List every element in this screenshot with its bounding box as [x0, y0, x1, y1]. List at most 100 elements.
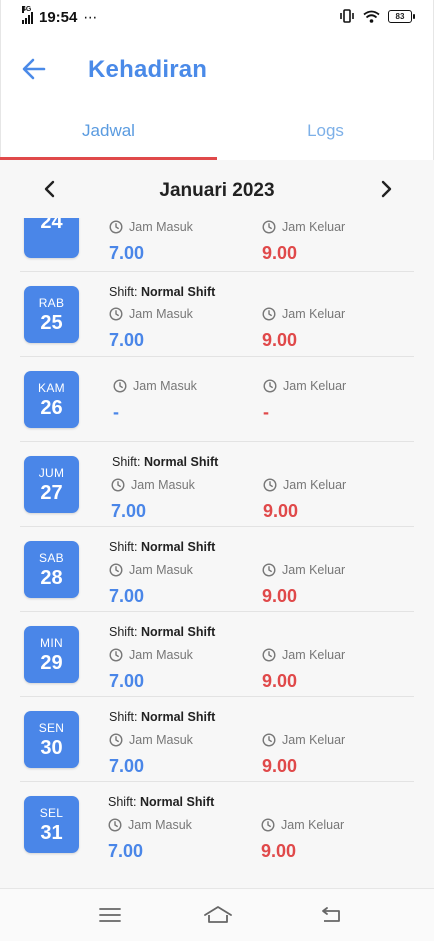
clock-icon — [109, 220, 123, 234]
shift-name: Normal Shift — [140, 540, 216, 554]
check-out-time: 9.00 — [262, 671, 298, 691]
clock-icon — [262, 220, 276, 234]
status-bar: 4G 19:54 ⋯ 83 — [0, 0, 434, 34]
day-number: 26 — [40, 397, 63, 419]
schedule-row[interactable]: SAB 28 Shift: Normal Shift Jam Masuk 7.0… — [20, 527, 414, 612]
shift-info: Shift: Normal Shift — [109, 625, 215, 639]
check-in-time: 7.00 — [109, 756, 145, 776]
signal-icon: 4G — [22, 5, 33, 24]
check-in-label-row: Jam Masuk — [109, 220, 193, 234]
check-out-label-row: Jam Keluar — [262, 648, 345, 662]
check-out-label: Jam Keluar — [283, 379, 347, 393]
month-title: Januari 2023 — [159, 180, 275, 201]
check-in-label-row: Jam Masuk — [109, 563, 193, 577]
date-badge: KAM 26 — [24, 371, 79, 428]
check-in-label: Jam Masuk — [129, 220, 193, 234]
clock-icon — [109, 307, 123, 321]
check-in-time: 7.00 — [108, 841, 144, 861]
clock-icon — [109, 648, 123, 662]
check-out-column: Jam Keluar 9.00 — [262, 563, 345, 607]
date-badge: MIN 29 — [24, 626, 79, 683]
shift-prefix: Shift: — [108, 795, 140, 809]
check-out-column: Jam Keluar 9.00 — [262, 648, 345, 692]
day-of-week: SAB — [39, 551, 64, 565]
check-in-column: Jam Masuk 7.00 — [109, 733, 193, 777]
date-badge: SEL 31 — [24, 796, 79, 853]
day-number: 31 — [40, 822, 63, 844]
day-number: 27 — [40, 482, 63, 504]
check-out-time: 9.00 — [262, 330, 298, 350]
clock-icon — [262, 733, 276, 747]
day-of-week: KAM — [38, 381, 65, 395]
tab-bar: Jadwal Logs — [0, 104, 434, 161]
shift-prefix: Shift: — [109, 540, 141, 554]
check-out-time: 9.00 — [262, 756, 298, 776]
check-out-time: - — [263, 402, 269, 422]
check-in-time: 7.00 — [109, 671, 145, 691]
shift-info: Shift: Normal Shift — [109, 540, 215, 554]
check-out-time: 9.00 — [262, 243, 298, 263]
check-out-column: Jam Keluar 9.00 — [262, 307, 345, 351]
menu-button[interactable] — [97, 903, 123, 927]
shift-info: Shift: Normal Shift — [108, 795, 214, 809]
check-in-label-row: Jam Masuk — [109, 648, 193, 662]
date-badge: RAB 25 — [24, 286, 79, 343]
check-in-column: Jam Masuk 7.00 — [111, 478, 195, 522]
menu-icon — [99, 908, 121, 922]
clock-icon — [111, 478, 125, 492]
check-in-time: 7.00 — [109, 586, 145, 606]
clock-icon — [262, 648, 276, 662]
system-nav-bar — [0, 888, 434, 941]
check-out-label-row: Jam Keluar — [262, 563, 345, 577]
schedule-row[interactable]: RAB 25 Shift: Normal Shift Jam Masuk 7.0… — [20, 272, 414, 357]
schedule-row[interactable]: SEN 30 Shift: Normal Shift Jam Masuk 7.0… — [20, 697, 414, 782]
check-out-time: 9.00 — [261, 841, 297, 861]
check-in-column: Jam Masuk 7.00 — [108, 818, 192, 862]
check-out-column: Jam Keluar - — [263, 379, 346, 423]
home-button[interactable] — [203, 903, 233, 927]
schedule-row[interactable]: JUM 27 Shift: Normal Shift Jam Masuk 7.0… — [20, 442, 414, 527]
tab-logs[interactable]: Logs — [217, 104, 434, 157]
schedule-content[interactable]: Januari 2023 24 Jam Masuk 7.00 Jam Kelua… — [0, 160, 434, 888]
next-month-button[interactable] — [374, 177, 398, 201]
check-in-column: Jam Masuk 7.00 — [109, 648, 193, 692]
tab-jadwal[interactable]: Jadwal — [0, 104, 217, 157]
status-right: 83 — [339, 9, 415, 23]
battery-icon: 83 — [388, 9, 415, 23]
clock-time: 19:54 — [39, 9, 78, 26]
schedule-row[interactable]: SEL 31 Shift: Normal Shift Jam Masuk 7.0… — [20, 782, 414, 867]
day-of-week: RAB — [38, 296, 65, 310]
check-in-label: Jam Masuk — [131, 478, 195, 492]
shift-prefix: Shift: — [109, 285, 141, 299]
check-out-column: Jam Keluar 9.00 — [262, 733, 345, 777]
check-out-label: Jam Keluar — [283, 478, 347, 492]
shift-name: Normal Shift — [143, 455, 219, 469]
clock-icon — [261, 818, 275, 832]
check-in-label-row: Jam Masuk — [108, 818, 192, 832]
date-badge: JUM 27 — [24, 456, 79, 513]
check-in-time: 7.00 — [109, 243, 145, 263]
check-out-label-row: Jam Keluar — [262, 733, 345, 747]
clock-icon — [262, 307, 276, 321]
shift-info: Shift: Normal Shift — [112, 455, 218, 469]
check-out-label-row: Jam Keluar — [262, 307, 345, 321]
status-left: 4G 19:54 ⋯ — [22, 5, 97, 26]
clock-icon — [263, 478, 277, 492]
day-of-week: SEN — [38, 721, 65, 735]
check-out-label: Jam Keluar — [281, 818, 345, 832]
schedule-row[interactable]: MIN 29 Shift: Normal Shift Jam Masuk 7.0… — [20, 612, 414, 697]
schedule-row[interactable]: KAM 26 Jam Masuk - Jam Keluar - — [20, 357, 414, 442]
clock-icon — [263, 379, 277, 393]
month-navigator: Januari 2023 — [0, 160, 434, 218]
check-in-column: Jam Masuk 7.00 — [109, 563, 193, 607]
shift-prefix: Shift: — [109, 625, 141, 639]
check-out-label-row: Jam Keluar — [263, 379, 346, 393]
day-number: 28 — [40, 567, 63, 589]
check-in-column: Jam Masuk - — [113, 379, 197, 423]
clock-icon — [113, 379, 127, 393]
check-out-column: Jam Keluar 9.00 — [262, 220, 345, 264]
check-in-label-row: Jam Masuk — [113, 379, 197, 393]
back-nav-button[interactable] — [318, 903, 344, 927]
back-button[interactable] — [18, 54, 50, 84]
home-icon — [204, 906, 232, 923]
